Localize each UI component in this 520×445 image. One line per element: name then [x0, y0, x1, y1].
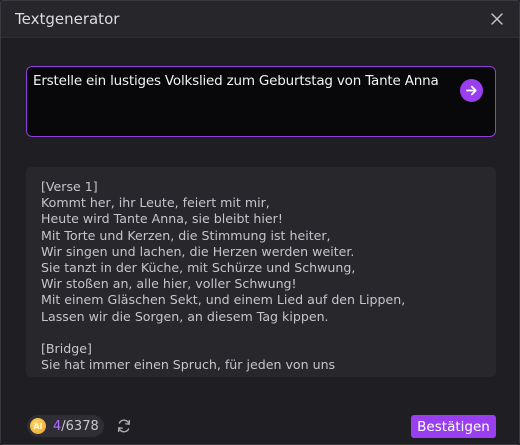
output-line: [Verse 1] [41, 179, 98, 194]
dialog-title: Textgenerator [15, 10, 120, 28]
credits-total: /6378 [61, 418, 99, 434]
generated-text: [Verse 1] Kommt her, ihr Leute, feiert mi… [41, 179, 486, 373]
output-line: Heute wird Tante Anna, sie bleibt hier! [41, 211, 283, 227]
output-line: Sie hat immer einen Spruch, für jeden vo… [41, 357, 336, 373]
confirm-button[interactable]: Bestätigen [411, 415, 496, 438]
arrow-right-icon [466, 85, 477, 96]
footer: AI 4/6378 Bestätigen [1, 403, 519, 444]
output-line: Lassen wir die Sorgen, an diesem Tag kip… [41, 308, 329, 324]
close-icon [491, 13, 503, 25]
title-bar: Textgenerator [1, 1, 519, 38]
generated-text-output[interactable]: [Verse 1] Kommt her, ihr Leute, feiert mi… [26, 167, 496, 377]
output-line: Mit Torte und Kerzen, die Stimmung ist h… [41, 227, 331, 243]
prompt-input[interactable]: Erstelle ein lustiges Volkslied zum Gebu… [26, 66, 496, 137]
refresh-button[interactable] [116, 418, 132, 434]
textgenerator-dialog: Textgenerator Erstelle ein lustiges Volk… [0, 0, 520, 445]
close-button[interactable] [487, 9, 507, 29]
refresh-icon [117, 419, 131, 433]
credits-badge: AI 4/6378 [27, 415, 104, 437]
ai-coin-icon: AI [30, 418, 46, 434]
output-line: Wir stoßen an, alle hier, voller Schwung… [41, 276, 297, 292]
output-line: [Bridge] [41, 340, 92, 356]
send-button[interactable] [460, 79, 483, 102]
credits-counter: 4/6378 [53, 419, 99, 434]
output-line: Kommt her, ihr Leute, feiert mit mir, [41, 195, 270, 211]
output-line: Sie tanzt in der Küche, mit Schürze und … [41, 259, 356, 275]
output-line: Mit einem Gläschen Sekt, und einem Lied … [41, 292, 406, 308]
output-line: Wir singen und lachen, die Herzen werden… [41, 243, 355, 259]
prompt-text[interactable]: Erstelle ein lustiges Volkslied zum Gebu… [33, 73, 451, 89]
